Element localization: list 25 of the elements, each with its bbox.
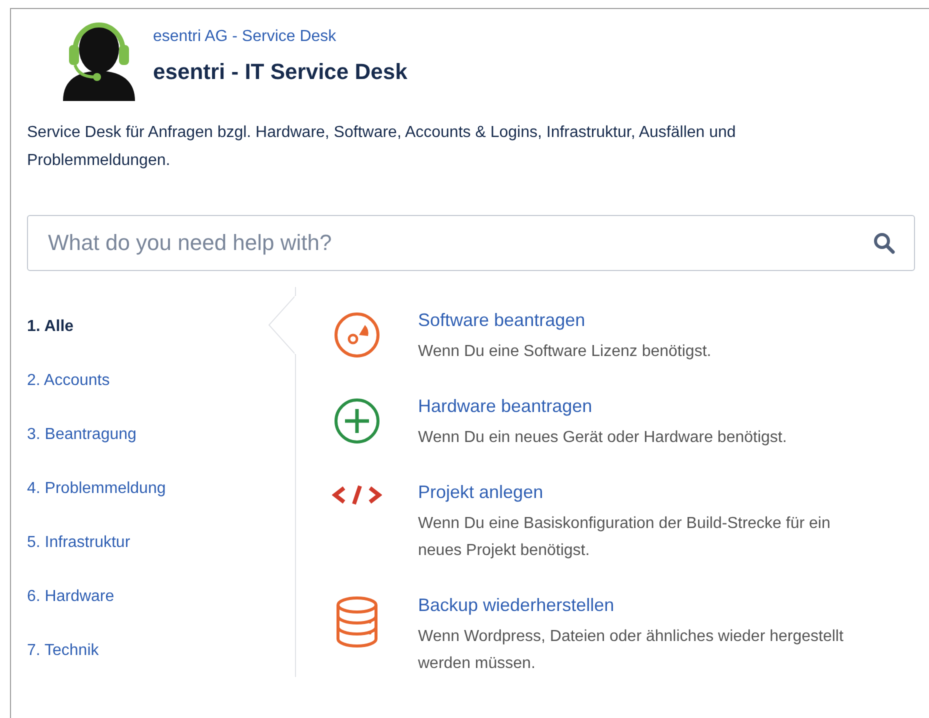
search-icon[interactable] [873, 232, 895, 254]
request-type-description: Wenn Du eine Software Lizenz benötigst. [418, 342, 712, 362]
request-type-description: Wenn Wordpress, Dateien oder ähnliches wieder hergestellt werden müssen. [418, 627, 844, 674]
request-type-description: Wenn Du ein neues Gerät oder Hardware benötigst. [418, 428, 787, 448]
code-icon [332, 483, 382, 507]
portal-link[interactable]: esentri AG - Service Desk [153, 24, 408, 48]
portal-description: Service Desk für Anfragen bzgl. Hardware, Software, Accounts & Logins, Infrastruktur, Ausfällen und Problemmeldungen. [27, 123, 737, 171]
category-link[interactable]: 1. Alle [27, 315, 74, 339]
request-type-link[interactable]: Backup wiederherstellen [418, 592, 614, 619]
search-field[interactable]: What do you need help with? [27, 215, 915, 271]
portal-title: esentri - IT Service Desk [153, 58, 408, 86]
request-type-description: Wenn Du eine Basiskonfiguration der Build-Strecke für ein neues Projekt benötigst. [418, 514, 832, 561]
plus-icon [333, 397, 381, 445]
category-link[interactable]: 7. Technik [27, 639, 99, 663]
category-link[interactable]: 6. Hardware [27, 585, 114, 609]
database-icon [335, 596, 379, 648]
request-type-link[interactable]: Projekt anlegen [418, 479, 544, 506]
category-link[interactable]: 5. Infrastruktur [27, 531, 130, 555]
category-link[interactable]: 4. Problemmeldung [27, 477, 166, 501]
category-link[interactable]: 2. Accounts [27, 369, 110, 393]
support-agent-icon [61, 21, 137, 101]
request-type-link[interactable]: Hardware beantragen [418, 393, 592, 420]
category-link[interactable]: 3. Beantragung [27, 423, 136, 447]
request-type-link[interactable]: Software beantragen [418, 307, 586, 334]
disc-icon [333, 311, 381, 359]
